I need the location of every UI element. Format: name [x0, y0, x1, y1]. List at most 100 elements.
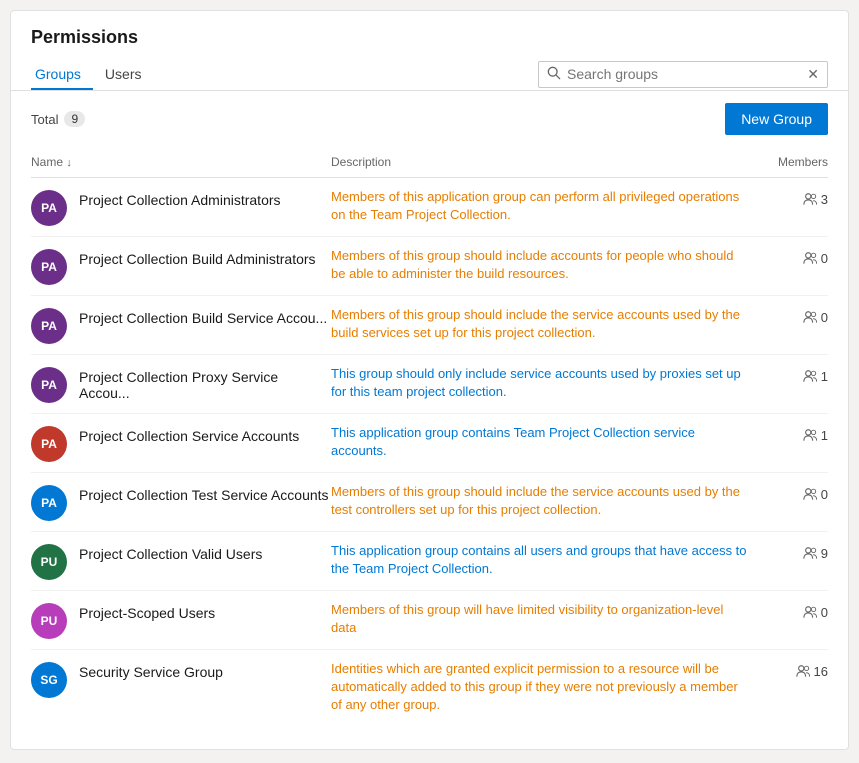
- group-name[interactable]: Project Collection Proxy Service Accou..…: [79, 365, 331, 401]
- member-count: 1: [821, 369, 828, 384]
- table-row[interactable]: PA Project Collection Service Accounts T…: [31, 414, 828, 473]
- table-header-row: Name ↓ Description Members: [31, 147, 828, 178]
- search-icon: [547, 66, 561, 83]
- member-count: 16: [814, 664, 828, 679]
- member-count: 3: [821, 192, 828, 207]
- avatar: PU: [31, 603, 67, 639]
- members-cell: 3: [748, 178, 828, 237]
- members-icon: [803, 546, 817, 563]
- name-cell: PA Project Collection Administrators: [31, 178, 331, 237]
- table-row[interactable]: PA Project Collection Test Service Accou…: [31, 473, 828, 532]
- header-row: Groups Users ✕: [31, 58, 828, 90]
- member-count: 0: [821, 487, 828, 502]
- members-icon: [803, 428, 817, 445]
- description-cell: Members of this group should include the…: [331, 296, 748, 355]
- name-cell: PU Project Collection Valid Users: [31, 532, 331, 591]
- name-cell: PA Project Collection Build Administrato…: [31, 237, 331, 296]
- new-group-button[interactable]: New Group: [725, 103, 828, 135]
- col-header-members: Members: [748, 147, 828, 178]
- avatar: PA: [31, 426, 67, 462]
- description-text: Members of this application group can pe…: [331, 189, 739, 222]
- members-icon: [803, 369, 817, 386]
- name-cell: PA Project Collection Build Service Acco…: [31, 296, 331, 355]
- table-row[interactable]: SG Security Service Group Identities whi…: [31, 650, 828, 725]
- avatar: PA: [31, 190, 67, 226]
- group-name[interactable]: Project Collection Build Administrators: [79, 247, 316, 267]
- col-header-description: Description: [331, 147, 748, 178]
- clear-search-icon[interactable]: ✕: [807, 66, 819, 83]
- search-bar: ✕: [538, 61, 828, 88]
- toolbar: Total 9 New Group: [31, 91, 828, 147]
- group-name[interactable]: Project Collection Build Service Accou..…: [79, 306, 327, 326]
- members-cell: 16: [748, 650, 828, 725]
- members-cell: 1: [748, 355, 828, 414]
- tab-groups[interactable]: Groups: [31, 58, 93, 90]
- name-cell: PA Project Collection Proxy Service Acco…: [31, 355, 331, 414]
- members-icon: [803, 251, 817, 268]
- member-count: 9: [821, 546, 828, 561]
- avatar: PA: [31, 249, 67, 285]
- description-cell: Members of this group should include acc…: [331, 237, 748, 296]
- groups-table: Name ↓ Description Members PA Project Co…: [31, 147, 828, 725]
- members-cell: 1: [748, 414, 828, 473]
- avatar: SG: [31, 662, 67, 698]
- table-row[interactable]: PU Project-Scoped Users Members of this …: [31, 591, 828, 650]
- group-name[interactable]: Project Collection Administrators: [79, 188, 281, 208]
- table-row[interactable]: PU Project Collection Valid Users This a…: [31, 532, 828, 591]
- description-cell: Members of this group should include the…: [331, 473, 748, 532]
- description-text: This group should only include service a…: [331, 366, 741, 399]
- group-name[interactable]: Project-Scoped Users: [79, 601, 215, 621]
- table-row[interactable]: PA Project Collection Administrators Mem…: [31, 178, 828, 237]
- members-cell: 0: [748, 237, 828, 296]
- members-cell: 0: [748, 473, 828, 532]
- tab-users[interactable]: Users: [101, 58, 154, 90]
- table-row[interactable]: PA Project Collection Build Administrato…: [31, 237, 828, 296]
- description-cell: Identities which are granted explicit pe…: [331, 650, 748, 725]
- members-cell: 0: [748, 296, 828, 355]
- group-name[interactable]: Project Collection Valid Users: [79, 542, 262, 562]
- description-cell: This application group contains Team Pro…: [331, 414, 748, 473]
- members-cell: 0: [748, 591, 828, 650]
- page-title: Permissions: [31, 27, 828, 48]
- sort-arrow[interactable]: ↓: [66, 157, 72, 169]
- description-text: This application group contains Team Pro…: [331, 425, 695, 458]
- group-name[interactable]: Security Service Group: [79, 660, 223, 680]
- col-header-name: Name ↓: [31, 147, 331, 178]
- members-cell: 9: [748, 532, 828, 591]
- avatar: PA: [31, 308, 67, 344]
- name-cell: PA Project Collection Test Service Accou…: [31, 473, 331, 532]
- search-input[interactable]: [567, 66, 807, 82]
- member-count: 1: [821, 428, 828, 443]
- description-text: Members of this group will have limited …: [331, 602, 723, 635]
- description-cell: This application group contains all user…: [331, 532, 748, 591]
- total-badge: 9: [64, 111, 85, 127]
- description-text: Members of this group should include the…: [331, 484, 740, 517]
- total-label: Total 9: [31, 111, 85, 127]
- members-icon: [803, 310, 817, 327]
- description-text: Members of this group should include the…: [331, 307, 740, 340]
- members-icon: [803, 605, 817, 622]
- table-body: PA Project Collection Administrators Mem…: [31, 178, 828, 725]
- avatar: PA: [31, 367, 67, 403]
- member-count: 0: [821, 605, 828, 620]
- description-text: Identities which are granted explicit pe…: [331, 661, 738, 712]
- members-icon: [803, 192, 817, 209]
- description-cell: This group should only include service a…: [331, 355, 748, 414]
- description-text: Members of this group should include acc…: [331, 248, 734, 281]
- avatar: PA: [31, 485, 67, 521]
- member-count: 0: [821, 310, 828, 325]
- table-row[interactable]: PA Project Collection Build Service Acco…: [31, 296, 828, 355]
- description-text: This application group contains all user…: [331, 543, 747, 576]
- description-cell: Members of this application group can pe…: [331, 178, 748, 237]
- avatar: PU: [31, 544, 67, 580]
- name-cell: SG Security Service Group: [31, 650, 331, 725]
- description-cell: Members of this group will have limited …: [331, 591, 748, 650]
- member-count: 0: [821, 251, 828, 266]
- name-cell: PA Project Collection Service Accounts: [31, 414, 331, 473]
- permissions-panel: Permissions Groups Users ✕ Total 9: [10, 10, 849, 750]
- group-name[interactable]: Project Collection Service Accounts: [79, 424, 299, 444]
- members-icon: [803, 487, 817, 504]
- table-row[interactable]: PA Project Collection Proxy Service Acco…: [31, 355, 828, 414]
- name-cell: PU Project-Scoped Users: [31, 591, 331, 650]
- group-name[interactable]: Project Collection Test Service Accounts: [79, 483, 329, 503]
